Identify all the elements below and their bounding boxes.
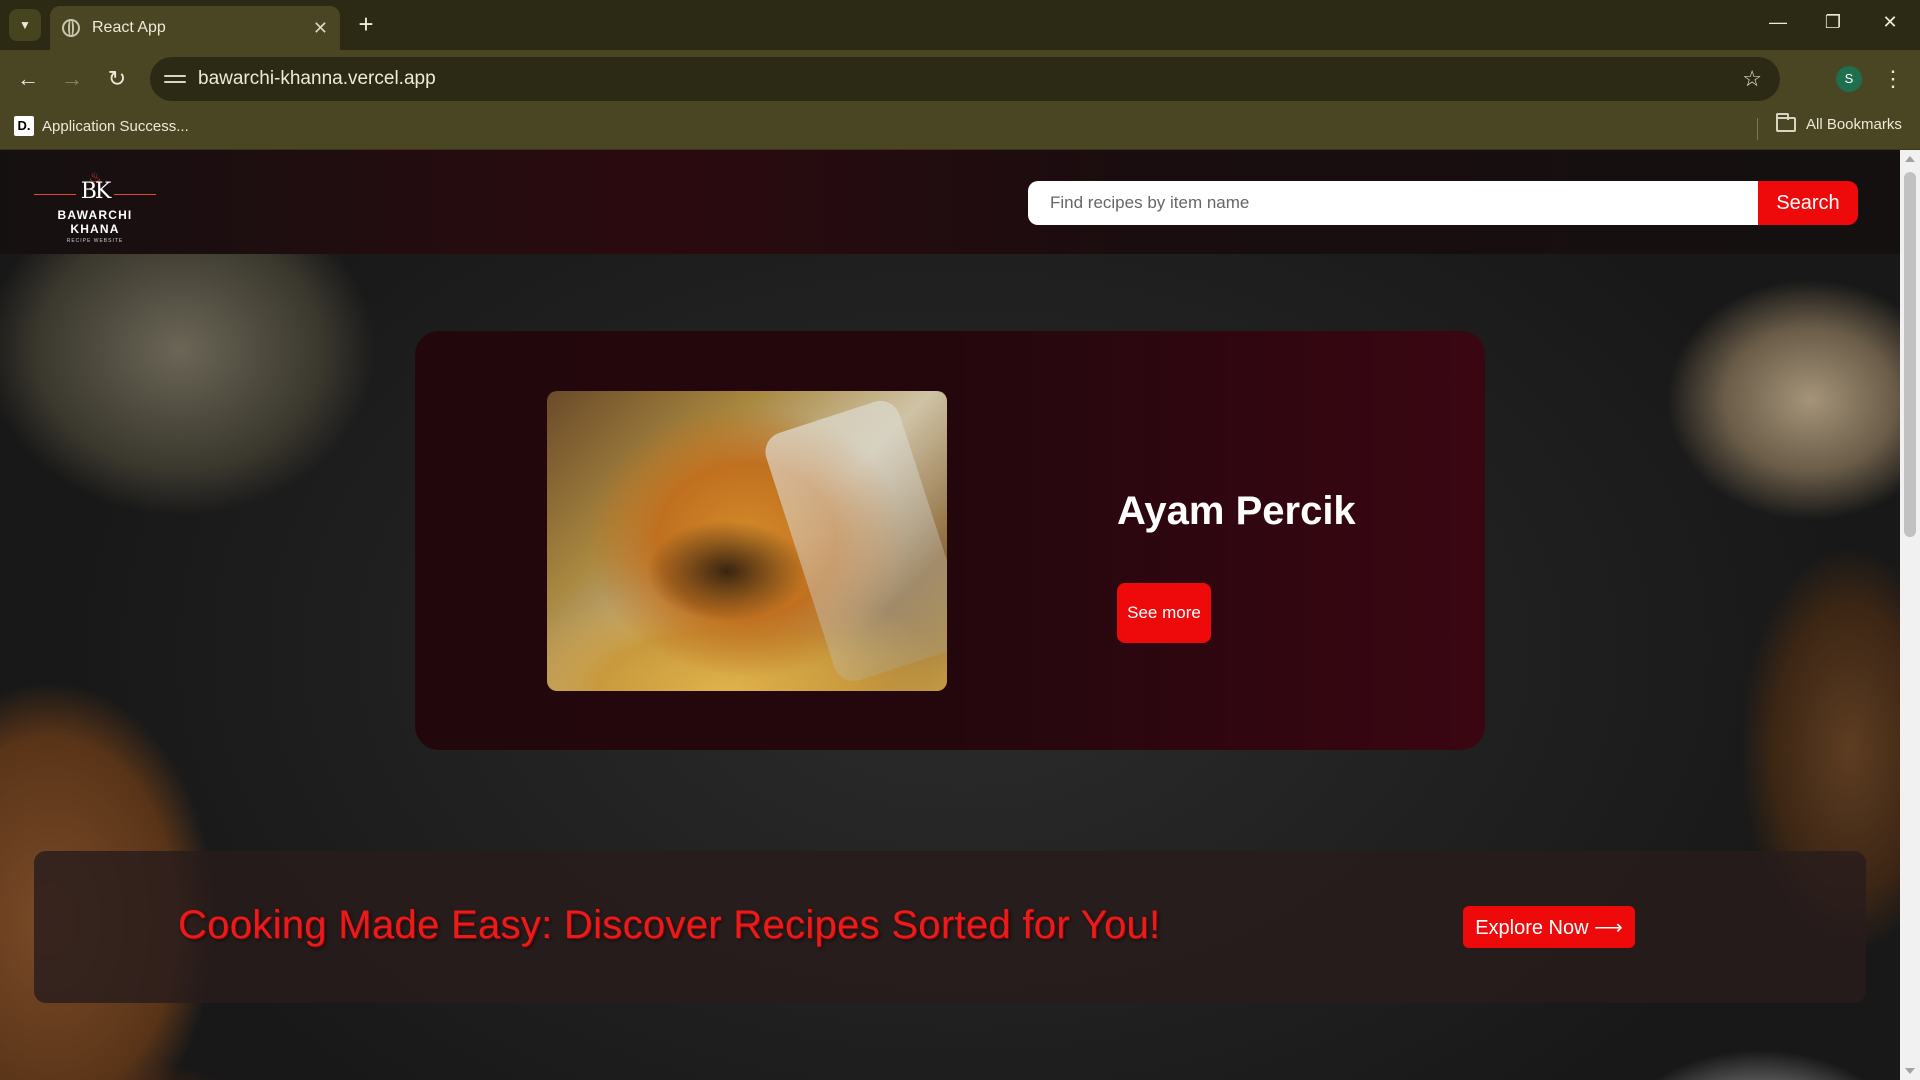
- dish-image: [547, 391, 947, 691]
- page-scrollbar[interactable]: [1900, 150, 1920, 1080]
- site-settings-icon[interactable]: [164, 68, 186, 90]
- logo-monogram: BK: [80, 179, 112, 204]
- menu-dots-icon[interactable]: ⋮: [1882, 64, 1904, 94]
- search-button[interactable]: Search: [1758, 181, 1858, 225]
- reload-icon: ↻: [107, 66, 127, 91]
- page-viewport: ♨ BK BAWARCHI KHANA RECIPE WEBSITE Searc…: [0, 150, 1900, 1080]
- close-icon[interactable]: ✕: [313, 18, 328, 39]
- window-close-icon: ✕: [1882, 12, 1898, 32]
- scroll-down-icon[interactable]: [1905, 1068, 1915, 1074]
- url-text[interactable]: bawarchi-khanna.vercel.app: [198, 68, 1742, 90]
- chevron-down-icon: ▼: [19, 18, 31, 32]
- promo-banner: Cooking Made Easy: Discover Recipes Sort…: [34, 851, 1866, 1003]
- search-bar: Search: [1028, 181, 1858, 225]
- new-tab-button[interactable]: +: [352, 10, 380, 38]
- browser-toolbar: ← → ↻ bawarchi-khanna.vercel.app ☆ S ⋮: [0, 50, 1920, 108]
- logo-tagline: RECIPE WEBSITE: [66, 238, 124, 244]
- star-icon[interactable]: ☆: [1742, 66, 1762, 92]
- folder-icon: [1776, 113, 1796, 132]
- tab-list-button[interactable]: ▼: [9, 9, 41, 41]
- bookmark-label: Application Success...: [42, 117, 189, 135]
- minimize-icon: —: [1769, 12, 1787, 32]
- dish-title: Ayam Percik: [1117, 489, 1356, 533]
- forward-arrow-icon: →: [61, 66, 83, 91]
- all-bookmarks-label: All Bookmarks: [1806, 116, 1902, 133]
- site-header: ♨ BK BAWARCHI KHANA RECIPE WEBSITE Searc…: [0, 150, 1900, 254]
- bookmarks-bar: D. Application Success... All Bookmarks: [0, 108, 1920, 150]
- featured-recipe-card: Ayam Percik See more: [415, 331, 1485, 750]
- all-bookmarks-button[interactable]: All Bookmarks: [1776, 113, 1902, 133]
- address-bar[interactable]: bawarchi-khanna.vercel.app ☆: [150, 57, 1780, 101]
- restore-icon: ❐: [1824, 12, 1842, 32]
- plus-icon: +: [358, 9, 374, 39]
- forward-button[interactable]: →: [57, 64, 87, 94]
- logo-divider: [34, 194, 156, 195]
- browser-tab[interactable]: React App ✕: [50, 6, 340, 50]
- tab-title: React App: [92, 19, 166, 36]
- see-more-button[interactable]: See more: [1117, 583, 1211, 643]
- scroll-up-icon[interactable]: [1905, 156, 1915, 162]
- minimize-button[interactable]: —: [1763, 12, 1793, 33]
- scrollbar-thumb[interactable]: [1904, 172, 1916, 537]
- restore-button[interactable]: ❐: [1818, 12, 1848, 33]
- back-button[interactable]: ←: [13, 64, 43, 94]
- banner-headline: Cooking Made Easy: Discover Recipes Sort…: [178, 903, 1161, 947]
- logo-name: BAWARCHI KHANA: [57, 208, 133, 236]
- profile-avatar[interactable]: S: [1836, 66, 1862, 92]
- fork-shape: [760, 395, 947, 687]
- reload-button[interactable]: ↻: [102, 64, 132, 94]
- globe-icon: [62, 19, 80, 37]
- back-arrow-icon: ←: [17, 66, 39, 91]
- browser-tab-bar: ▼ React App ✕ + — ❐ ✕: [0, 0, 1920, 50]
- bookmark-application-success[interactable]: D. Application Success...: [14, 116, 189, 136]
- search-input[interactable]: [1028, 181, 1758, 225]
- explore-now-button[interactable]: Explore Now ⟶: [1463, 906, 1635, 948]
- window-close-button[interactable]: ✕: [1875, 12, 1905, 33]
- bookmarks-divider: [1757, 118, 1758, 140]
- site-logo[interactable]: ♨ BK BAWARCHI KHANA RECIPE WEBSITE: [34, 170, 156, 244]
- bookmark-favicon: D.: [14, 116, 34, 136]
